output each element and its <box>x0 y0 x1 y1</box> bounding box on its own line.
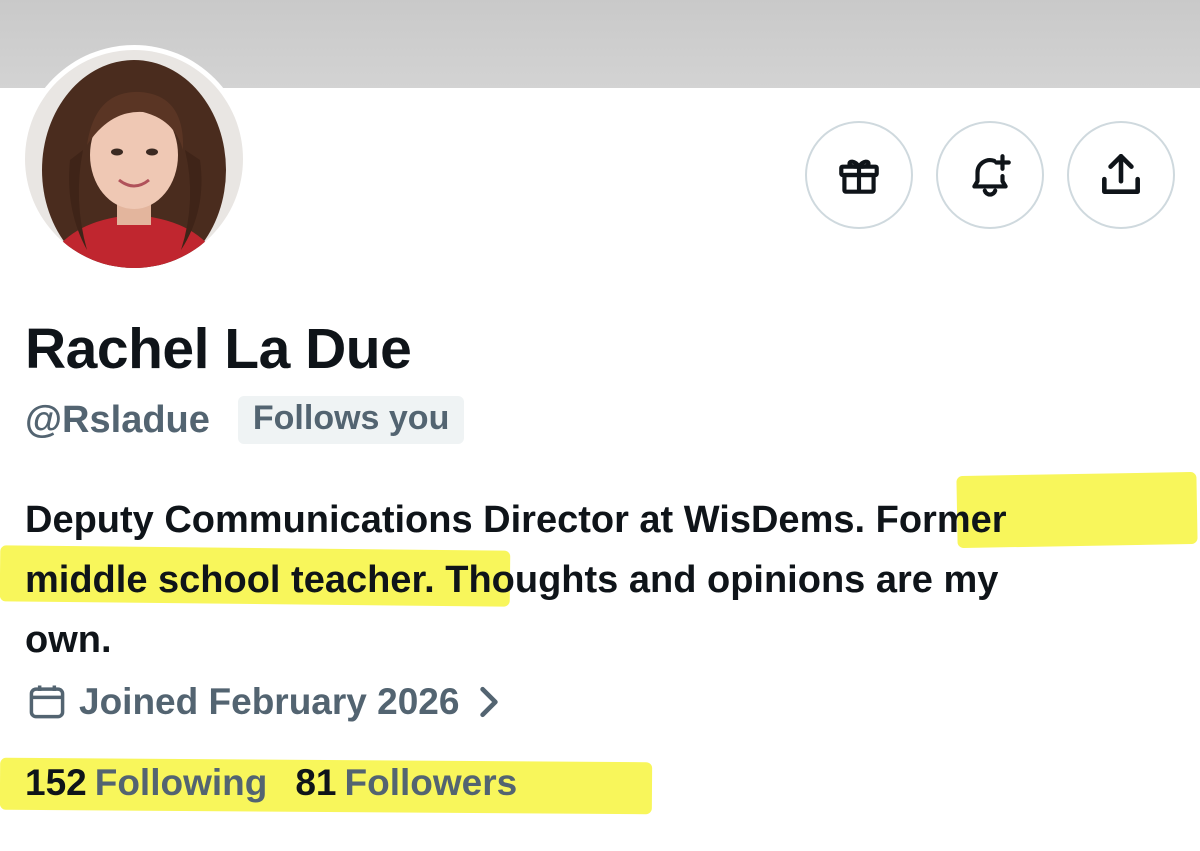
following-label: Following <box>94 762 268 803</box>
share-button[interactable] <box>1067 121 1175 229</box>
avatar[interactable] <box>20 45 248 273</box>
username-handle: @Rsladue <box>25 398 210 441</box>
profile-bio: Deputy Communications Director at WisDem… <box>25 490 1195 670</box>
bio-line: middle school teacher. Thoughts and opin… <box>25 559 999 601</box>
gift-icon <box>839 159 879 194</box>
followers-count: 81 <box>295 762 337 803</box>
gift-button[interactable] <box>805 121 913 229</box>
notifications-button[interactable] <box>936 121 1044 229</box>
display-name: Rachel La Due <box>25 317 412 381</box>
followers-label: Followers <box>344 762 518 803</box>
handle-row: @Rsladue Follows you <box>25 396 465 444</box>
chevron-right-icon <box>475 685 503 719</box>
follows-you-badge: Follows you <box>237 396 465 444</box>
avatar-photo <box>25 50 243 268</box>
following-link[interactable]: 152 Following <box>25 762 267 804</box>
bell-plus-icon <box>972 154 1011 197</box>
bio-line: Deputy Communications Director at WisDem… <box>25 499 1007 541</box>
follow-stats: 152 Following 81 Followers <box>25 762 545 804</box>
followers-link[interactable]: 81 Followers <box>295 762 517 804</box>
bio-line: own. <box>25 619 112 661</box>
profile-page: Rachel La Due @Rsladue Follows you Deput… <box>0 0 1200 851</box>
share-icon <box>1102 153 1140 194</box>
joined-date-link[interactable]: Joined February 2026 <box>25 680 503 724</box>
joined-date-text: Joined February 2026 <box>79 681 460 722</box>
following-count: 152 <box>25 762 87 803</box>
calendar-icon <box>29 685 65 719</box>
